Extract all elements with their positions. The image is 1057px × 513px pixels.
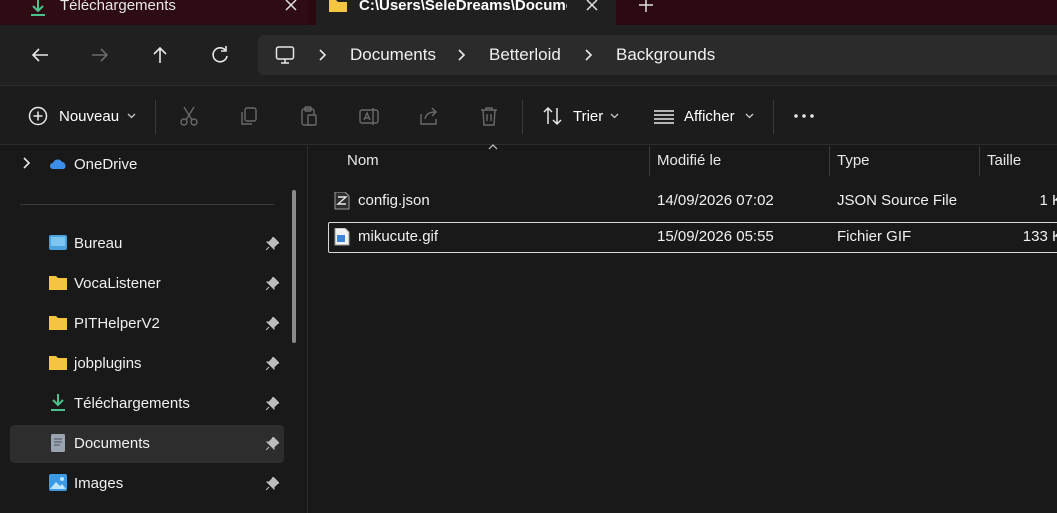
sidebar-item-label: Images bbox=[74, 475, 124, 492]
plus-circle-icon[interactable] bbox=[27, 105, 49, 127]
file-list: Nom Modifié le Type Taille config.json 1… bbox=[308, 144, 1057, 513]
download-icon bbox=[28, 0, 48, 18]
column-header-name[interactable]: Nom bbox=[347, 152, 379, 169]
sidebar-item-label: PITHelperV2 bbox=[74, 315, 160, 332]
chevron-right-icon[interactable] bbox=[316, 48, 330, 62]
share-icon[interactable] bbox=[418, 105, 440, 127]
sidebar-item-onedrive[interactable]: OneDrive bbox=[10, 146, 284, 184]
delete-icon[interactable] bbox=[478, 105, 500, 127]
sidebar-divider bbox=[20, 204, 274, 205]
sidebar-item-vocalistener[interactable]: VocaListener bbox=[10, 265, 284, 303]
close-icon[interactable] bbox=[283, 0, 299, 14]
download-icon bbox=[48, 394, 68, 412]
sort-caret-icon bbox=[488, 144, 498, 150]
images-icon bbox=[48, 474, 68, 492]
column-divider[interactable] bbox=[979, 146, 980, 176]
address-bar[interactable]: Documents Betterloid Backgrounds bbox=[258, 35, 1057, 75]
refresh-icon[interactable] bbox=[209, 44, 231, 66]
sidebar-scrollbar[interactable] bbox=[292, 190, 296, 343]
sidebar-item-pithelperv2[interactable]: PITHelperV2 bbox=[10, 305, 284, 343]
paste-icon[interactable] bbox=[298, 105, 320, 127]
copy-icon[interactable] bbox=[238, 105, 260, 127]
pin-icon[interactable] bbox=[266, 237, 279, 250]
folder-icon bbox=[48, 354, 68, 372]
column-header-size[interactable]: Taille bbox=[987, 152, 1021, 169]
tab-telechargements[interactable]: Téléchargements bbox=[0, 0, 308, 25]
navigation-bar: Documents Betterloid Backgrounds bbox=[0, 25, 1057, 85]
new-button[interactable]: Nouveau bbox=[59, 108, 119, 125]
sidebar-item-label: jobplugins bbox=[74, 355, 142, 372]
sidebar-item-images[interactable]: Images bbox=[10, 465, 284, 503]
sidebar-item-documents[interactable]: Documents bbox=[10, 425, 284, 463]
sidebar-item-bureau[interactable]: Bureau bbox=[10, 225, 284, 263]
file-row[interactable]: mikucute.gif 15/09/2026 05:55 Fichier GI… bbox=[328, 222, 1057, 253]
toolbar-divider bbox=[155, 100, 156, 134]
json-file-icon bbox=[334, 192, 350, 210]
breadcrumb-documents[interactable]: Documents bbox=[350, 45, 436, 65]
file-size: 133 K bbox=[1022, 228, 1057, 245]
chevron-down-icon[interactable] bbox=[610, 113, 619, 119]
breadcrumb-betterloid[interactable]: Betterloid bbox=[489, 45, 561, 65]
pin-icon[interactable] bbox=[266, 317, 279, 330]
pin-icon[interactable] bbox=[266, 477, 279, 490]
breadcrumb-backgrounds[interactable]: Backgrounds bbox=[616, 45, 715, 65]
tab-current-folder[interactable]: C:\Users\SeleDreams\Docume bbox=[316, 0, 616, 25]
forward-arrow-icon[interactable] bbox=[89, 44, 111, 66]
tab-label: C:\Users\SeleDreams\Docume bbox=[359, 0, 567, 14]
navigation-pane: OneDrive Bureau VocaListener PITHelperV2 bbox=[0, 146, 307, 513]
rename-icon[interactable] bbox=[358, 105, 380, 127]
toolbar-divider bbox=[522, 100, 523, 134]
chevron-right-icon[interactable] bbox=[455, 48, 469, 62]
view-button[interactable]: Afficher bbox=[684, 108, 735, 125]
file-size: 1 K bbox=[1039, 192, 1057, 209]
folder-icon bbox=[48, 274, 68, 292]
file-modified: 14/09/2026 07:02 bbox=[657, 192, 774, 209]
tab-label: Téléchargements bbox=[60, 0, 176, 14]
folder-icon bbox=[328, 0, 348, 18]
command-bar: Nouveau Trier Afficher bbox=[0, 85, 1057, 145]
close-icon[interactable] bbox=[584, 0, 600, 14]
sort-button[interactable]: Trier bbox=[573, 108, 603, 125]
pin-icon[interactable] bbox=[266, 357, 279, 370]
pin-icon[interactable] bbox=[266, 277, 279, 290]
file-modified: 15/09/2026 05:55 bbox=[657, 228, 774, 245]
column-header-type[interactable]: Type bbox=[837, 152, 870, 169]
sidebar-item-jobplugins[interactable]: jobplugins bbox=[10, 345, 284, 383]
pin-icon[interactable] bbox=[266, 437, 279, 450]
up-arrow-icon[interactable] bbox=[149, 44, 171, 66]
file-name: mikucute.gif bbox=[358, 228, 439, 245]
sidebar-item-label: Téléchargements bbox=[74, 395, 190, 412]
tab-strip: Téléchargements C:\Users\SeleDreams\Docu… bbox=[0, 0, 1057, 25]
documents-icon bbox=[48, 434, 68, 452]
back-arrow-icon[interactable] bbox=[29, 44, 51, 66]
gif-file-icon bbox=[334, 228, 350, 246]
file-name: config.json bbox=[358, 192, 430, 209]
column-header-modified[interactable]: Modifié le bbox=[657, 152, 721, 169]
more-options-icon[interactable] bbox=[793, 105, 815, 127]
folder-icon bbox=[48, 314, 68, 332]
view-list-icon[interactable] bbox=[653, 105, 675, 127]
sidebar-item-label: OneDrive bbox=[74, 156, 138, 173]
sidebar-item-label: VocaListener bbox=[74, 275, 161, 292]
cut-icon[interactable] bbox=[178, 105, 200, 127]
column-divider[interactable] bbox=[829, 146, 830, 176]
sidebar-item-label: Documents bbox=[74, 435, 150, 452]
file-type: JSON Source File bbox=[837, 192, 958, 209]
cloud-icon bbox=[48, 155, 68, 173]
toolbar-divider bbox=[773, 100, 774, 134]
chevron-right-icon[interactable] bbox=[582, 48, 596, 62]
computer-icon[interactable] bbox=[275, 45, 295, 65]
chevron-down-icon[interactable] bbox=[127, 113, 136, 119]
sidebar-item-telechargements[interactable]: Téléchargements bbox=[10, 385, 284, 423]
new-tab-icon[interactable] bbox=[637, 0, 655, 16]
desktop-folder-icon bbox=[48, 234, 68, 252]
file-row[interactable]: config.json 14/09/2026 07:02 JSON Source… bbox=[328, 186, 1057, 217]
sidebar-item-label: Bureau bbox=[74, 235, 123, 252]
pin-icon[interactable] bbox=[266, 397, 279, 410]
column-divider[interactable] bbox=[649, 146, 650, 176]
sort-icon[interactable] bbox=[542, 105, 564, 127]
chevron-down-icon[interactable] bbox=[745, 113, 754, 119]
file-type: Fichier GIF bbox=[837, 228, 912, 245]
